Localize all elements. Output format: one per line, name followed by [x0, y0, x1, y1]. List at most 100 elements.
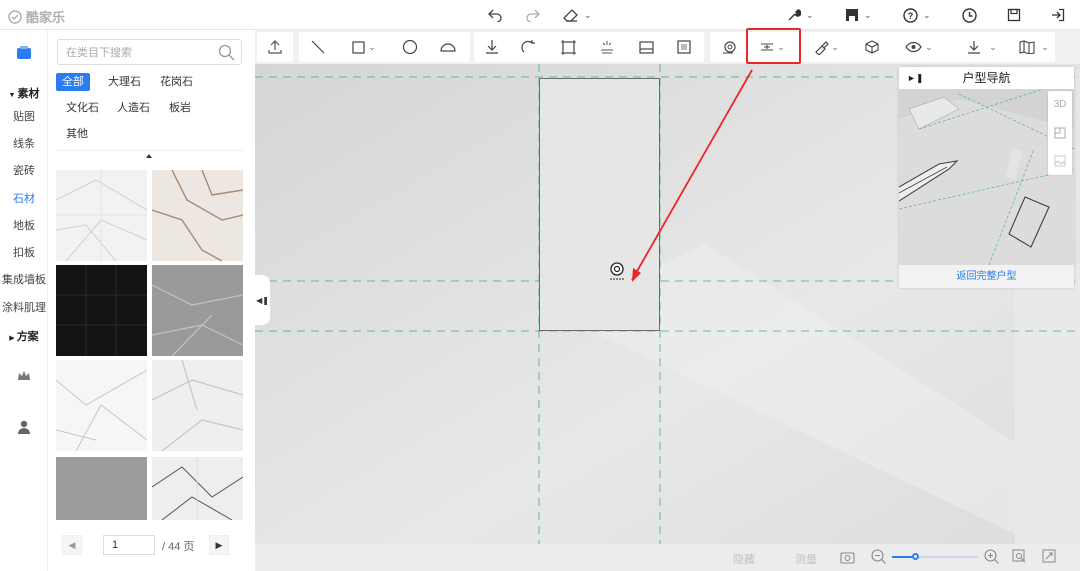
chevron-down-icon[interactable]: ⌄: [830, 38, 840, 56]
page-number-input[interactable]: 1: [103, 535, 155, 555]
status-bar: 隐藏 测量: [255, 544, 1080, 571]
crown-icon: [18, 371, 30, 380]
material-tile[interactable]: [56, 457, 147, 520]
rectangle-tool-button[interactable]: [349, 38, 367, 56]
view-2d-button[interactable]: [1048, 120, 1072, 146]
category-artificial-stone[interactable]: 人造石: [111, 99, 156, 117]
export-button[interactable]: [965, 38, 983, 56]
visibility-button[interactable]: [904, 38, 922, 56]
material-tile[interactable]: [152, 457, 243, 520]
eraser-button[interactable]: ⌄: [563, 6, 592, 24]
exit-icon: [1052, 8, 1065, 22]
search-icon[interactable]: [218, 44, 235, 61]
material-tile[interactable]: [56, 360, 147, 451]
measure-toggle[interactable]: 测量: [795, 551, 817, 567]
prev-page-button[interactable]: ◀: [62, 535, 82, 555]
room-outline[interactable]: [539, 78, 660, 331]
toolbar-group-export: ⌄ ⌄: [965, 32, 1055, 62]
screenshot-button[interactable]: [840, 550, 855, 567]
category-marble[interactable]: 大理石: [102, 73, 147, 91]
circle-tool-button[interactable]: [401, 38, 419, 56]
rail-section-material[interactable]: ▼ 素材: [0, 85, 48, 101]
category-culture-stone[interactable]: 文化石: [60, 99, 105, 117]
line-tool-icon: [311, 40, 325, 54]
category-other[interactable]: 其他: [60, 125, 94, 143]
texture-button[interactable]: [675, 38, 693, 56]
move-button[interactable]: [483, 38, 501, 56]
design-toolbar: ⌄ ⌄ ⌄ ⌄ ⌄ ⌄: [255, 30, 1080, 64]
zoom-slider[interactable]: [892, 553, 978, 560]
rail-item-ceiling-panel[interactable]: 扣板: [0, 244, 48, 260]
search-input[interactable]: 在类目下搜索: [66, 44, 132, 60]
rail-item-texture[interactable]: 贴图: [0, 108, 48, 124]
file-menu[interactable]: ⌄: [845, 6, 872, 24]
category-all[interactable]: 全部: [56, 73, 90, 91]
return-full-plan-link[interactable]: 返回完整户型: [899, 265, 1074, 288]
collapse-navigator-icon[interactable]: ►❚: [907, 67, 923, 89]
light-button[interactable]: [598, 38, 616, 56]
navigator-view-buttons: 3D: [1048, 91, 1072, 175]
history-button[interactable]: [962, 6, 977, 24]
material-tile[interactable]: [152, 170, 243, 261]
chevron-down-icon[interactable]: ⌄: [988, 38, 998, 56]
exit-button[interactable]: [1051, 6, 1065, 24]
zoom-slider-handle[interactable]: [912, 553, 920, 560]
material-tile[interactable]: [56, 265, 147, 356]
material-tile[interactable]: [152, 265, 243, 356]
area-button[interactable]: [559, 38, 577, 56]
zoom-in-icon: [984, 549, 999, 564]
save-button[interactable]: [1007, 6, 1021, 24]
rail-item-tile[interactable]: 瓷砖: [0, 162, 48, 178]
panel-button[interactable]: [637, 38, 655, 56]
rail-item-floor[interactable]: 地板: [0, 217, 48, 233]
rail-item-stone[interactable]: 石材: [0, 190, 48, 206]
category-slate[interactable]: 板岩: [163, 99, 197, 117]
rail-item-line[interactable]: 线条: [0, 135, 48, 151]
brand-logo[interactable]: 酷家乐: [8, 7, 65, 26]
chevron-down-icon[interactable]: ⌄: [367, 38, 377, 56]
material-tile[interactable]: [152, 360, 243, 451]
chevron-down-icon[interactable]: ⌄: [1040, 38, 1050, 56]
camera-marker-icon[interactable]: [606, 260, 628, 282]
hide-toggle[interactable]: 隐藏: [733, 551, 755, 567]
chevron-left-icon: ◀❚: [256, 295, 269, 305]
category-granite[interactable]: 花岗石: [154, 73, 199, 91]
material-library-button[interactable]: [15, 44, 33, 62]
user-button[interactable]: [0, 420, 48, 437]
view-image-button[interactable]: [1048, 148, 1072, 174]
fullscreen-button[interactable]: [1042, 549, 1056, 566]
undo-button[interactable]: [487, 6, 503, 24]
brush-button[interactable]: [812, 38, 830, 56]
vip-button[interactable]: [0, 370, 48, 385]
pagination: ◀ 1 / 44 页 ▶: [62, 535, 242, 557]
redo-button[interactable]: [525, 6, 541, 24]
zoom-out-button[interactable]: [871, 549, 886, 567]
fit-view-button[interactable]: [1012, 549, 1027, 567]
material-tile[interactable]: [56, 170, 147, 261]
camera-button[interactable]: [720, 38, 738, 56]
rectangle-tool-icon: [351, 40, 365, 54]
help-menu[interactable]: ? ⌄: [903, 6, 931, 24]
view-3d-button[interactable]: 3D: [1048, 91, 1072, 117]
tools-menu[interactable]: ⌄: [787, 6, 814, 24]
floppy-icon: [1007, 8, 1021, 22]
next-page-button[interactable]: ▶: [209, 535, 229, 555]
rotate-button[interactable]: [520, 38, 538, 56]
chevron-down-icon[interactable]: ⌄: [924, 38, 934, 56]
toolbar-group-import: [257, 32, 293, 62]
map-view-button[interactable]: [1018, 38, 1036, 56]
rail-item-paint[interactable]: 涂料肌理: [0, 299, 48, 315]
search-field[interactable]: 在类目下搜索: [57, 39, 242, 65]
rail-item-wall-panel[interactable]: 集成墙板: [0, 271, 48, 287]
rail-section-plan[interactable]: ▶ 方案: [0, 328, 48, 344]
navigator-header: ►❚ 户型导航: [899, 67, 1074, 89]
zoom-in-button[interactable]: [984, 549, 999, 567]
collapse-categories-icon[interactable]: [146, 154, 152, 158]
collapse-panel-button[interactable]: ◀❚: [255, 275, 270, 325]
brand-name: 酷家乐: [26, 10, 66, 25]
arc-tool-button[interactable]: [439, 38, 457, 56]
map-icon: [1019, 40, 1035, 54]
cube-button[interactable]: [863, 38, 881, 56]
line-tool-button[interactable]: [309, 38, 327, 56]
upload-button[interactable]: [266, 38, 284, 56]
